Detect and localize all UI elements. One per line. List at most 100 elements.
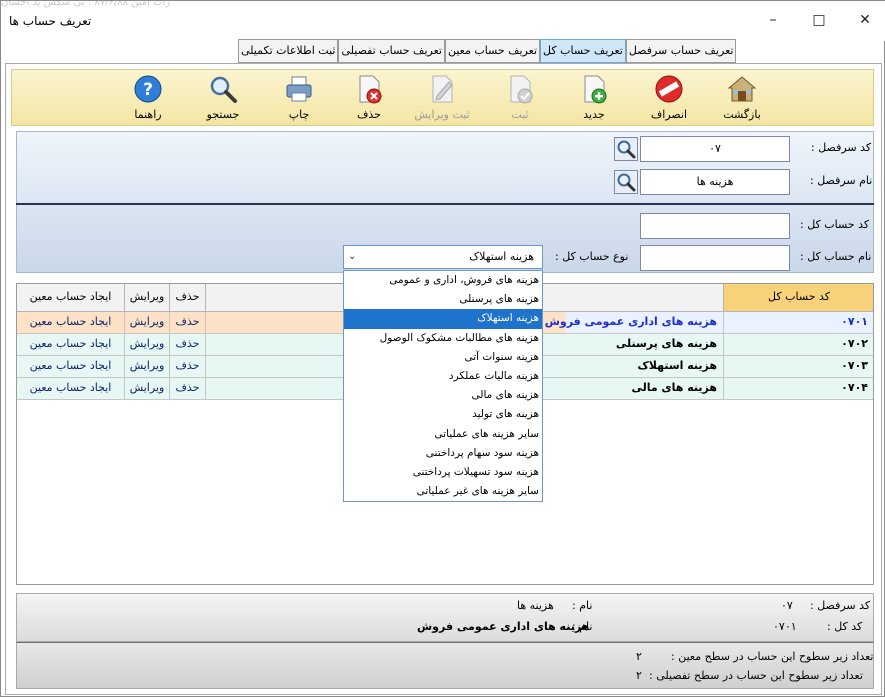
new-document-icon xyxy=(584,75,607,104)
column-header-create-moein[interactable]: ایجاد حساب معین xyxy=(17,284,125,312)
gl-type-dropdown-list: هزینه های فروش، اداری و عمومی هزینه های پ… xyxy=(343,270,543,502)
dropdown-option[interactable]: هزینه سنوات آتی xyxy=(344,348,542,367)
print-label: چاپ xyxy=(288,108,310,121)
dropdown-option[interactable]: هزینه مالیات عملکرد xyxy=(344,367,542,386)
window-title: تعریف حساب ها xyxy=(9,14,91,28)
dropdown-option[interactable]: سایر هزینه های عملیاتی xyxy=(344,425,542,444)
account-code-cell: ۰۷۰۳ xyxy=(724,356,873,378)
dropdown-option[interactable]: هزینه های پرسنلی xyxy=(344,290,542,309)
delete-button[interactable]: حذف xyxy=(339,74,399,121)
summary-gl-code-label: کد کل : xyxy=(827,620,863,633)
help-button[interactable]: ? راهنما xyxy=(118,74,178,121)
dropdown-option[interactable]: هزینه سود سهام پرداختنی xyxy=(344,444,542,463)
selection-summary: کد سرفصل : ۰۷ نام : هزینه ها کد کل : ۰۷۰… xyxy=(16,593,874,642)
background-ghost-text: رات امین ۸۷/۶/۸۸ : بی سکس ید احسان xyxy=(1,1,171,8)
create-moein-link[interactable]: ایجاد حساب معین xyxy=(17,356,125,378)
close-button[interactable]: ✕ xyxy=(853,9,877,31)
summary-gl-code-value: ۰۷۰۱ xyxy=(773,620,797,633)
cancel-button[interactable]: انصراف xyxy=(639,74,699,121)
gl-code-label: کد حساب کل : xyxy=(800,218,870,231)
save-document-icon xyxy=(510,75,533,104)
dropdown-options: هزینه های فروش، اداری و عمومی هزینه های پ… xyxy=(344,271,542,501)
new-button[interactable]: جدید xyxy=(564,74,624,121)
dropdown-option[interactable]: سایر هزینه های غیر عملیاتی xyxy=(344,482,542,501)
header-code-label: کد سرفصل : xyxy=(811,141,872,154)
edit-link[interactable]: ویرایش xyxy=(125,356,170,378)
create-moein-link[interactable]: ایجاد حساب معین xyxy=(17,334,125,356)
column-header-delete[interactable]: حذف xyxy=(170,284,206,312)
gl-type-label: نوع حساب کل : xyxy=(555,250,629,263)
window: رات امین ۸۷/۶/۸۸ : بی سکس ید احسان تعریف… xyxy=(0,0,885,697)
count-tafsili-label: تعداد زیر سطوح این حساب در سطح تفصیلی : xyxy=(649,669,863,682)
tab-general-ledger[interactable]: تعریف حساب کل xyxy=(540,39,626,63)
edit-link[interactable]: ویرایش xyxy=(125,312,170,334)
cancel-label: انصراف xyxy=(650,108,688,121)
header-code-search-button[interactable] xyxy=(614,137,638,161)
gl-type-selected-value: هزینه استهلاک xyxy=(469,250,534,263)
magnifier-icon xyxy=(210,76,237,103)
save-label: ثبت xyxy=(511,108,529,121)
summary-header-name-value: هزینه ها xyxy=(517,599,554,612)
gl-name-label: نام حساب کل : xyxy=(800,250,872,263)
summary-header-name-label: نام : xyxy=(572,599,593,612)
dropdown-option[interactable]: هزینه های مطالبات مشکوک الوصول xyxy=(344,329,542,348)
title-bar: رات امین ۸۷/۶/۸۸ : بی سکس ید احسان تعریف… xyxy=(1,1,885,41)
count-tafsili-value: ۲ xyxy=(636,669,642,682)
delete-link[interactable]: حذف xyxy=(170,356,206,378)
gl-code-field[interactable] xyxy=(640,213,790,239)
column-header-edit[interactable]: ویرایش xyxy=(125,284,170,312)
new-label: جدید xyxy=(583,108,605,121)
count-moein-value: ۲ xyxy=(636,650,642,663)
save-edit-label: ثبت ویرایش xyxy=(414,108,470,121)
column-header-code[interactable]: کد حساب کل xyxy=(724,284,873,312)
account-code-cell: ۰۷۰۲ xyxy=(724,334,873,356)
header-name-label: نام سرفصل : xyxy=(810,174,873,187)
gl-type-select[interactable]: هزینه استهلاک ⌄ xyxy=(343,245,543,269)
maximize-button[interactable]: □ xyxy=(807,9,831,31)
delete-document-icon xyxy=(359,75,382,104)
chevron-down-icon[interactable]: ⌄ xyxy=(348,246,356,268)
account-code-cell: ۰۷۰۴ xyxy=(724,378,873,400)
print-button[interactable]: چاپ xyxy=(269,74,329,121)
save-edit-button[interactable]: ثبت ویرایش xyxy=(412,74,472,121)
header-name-field[interactable]: هزینه ها xyxy=(640,169,790,195)
dropdown-option[interactable]: هزینه های مالی xyxy=(344,386,542,405)
cancel-icon xyxy=(655,75,683,103)
minimize-button[interactable]: – xyxy=(761,9,785,31)
tab-extra-info[interactable]: ثبت اطلاعات تکمیلی xyxy=(238,39,339,63)
summary-header-code-label: کد سرفصل : xyxy=(810,599,871,612)
dropdown-option[interactable]: هزینه سود تسهیلات پرداختنی xyxy=(344,463,542,482)
dropdown-option[interactable]: هزینه های تولید xyxy=(344,405,542,424)
magnifier-icon xyxy=(617,140,636,159)
summary-gl-name-value: هزینه های اداری عمومی فروش xyxy=(417,620,590,633)
tab-moein[interactable]: تعریف حساب معین xyxy=(444,39,541,63)
delete-link[interactable]: حذف xyxy=(170,334,206,356)
create-moein-link[interactable]: ایجاد حساب معین xyxy=(17,378,125,400)
tab-tafsili[interactable]: تعریف حساب تفصیلی xyxy=(338,39,445,63)
sublevel-counts: تعداد زیر سطوح این حساب در سطح معین : ۲ … xyxy=(16,642,874,689)
help-icon: ? xyxy=(134,75,162,103)
create-moein-link[interactable]: ایجاد حساب معین xyxy=(17,312,125,334)
gl-name-field[interactable] xyxy=(640,245,790,271)
search-button[interactable]: جستجو xyxy=(193,74,253,121)
home-icon xyxy=(727,76,757,102)
edit-link[interactable]: ویرایش xyxy=(125,378,170,400)
save-button[interactable]: ثبت xyxy=(490,74,550,121)
delete-link[interactable]: حذف xyxy=(170,312,206,334)
svg-text:?: ? xyxy=(143,80,153,100)
summary-header-code-value: ۰۷ xyxy=(781,599,793,612)
form-separator xyxy=(16,203,874,205)
back-button[interactable]: بازگشت xyxy=(712,74,772,121)
delete-link[interactable]: حذف xyxy=(170,378,206,400)
help-label: راهنما xyxy=(134,108,162,121)
tab-strip: ثبت اطلاعات تکمیلی تعریف حساب تفصیلی تعر… xyxy=(238,39,737,63)
tab-header-account[interactable]: تعریف حساب سرفصل xyxy=(625,39,737,63)
header-name-search-button[interactable] xyxy=(614,170,638,194)
dropdown-option[interactable]: هزینه استهلاک xyxy=(344,309,542,329)
search-label: جستجو xyxy=(206,108,240,121)
edit-link[interactable]: ویرایش xyxy=(125,334,170,356)
dropdown-option[interactable]: هزینه های فروش، اداری و عمومی xyxy=(344,271,542,290)
account-code-cell: ۰۷۰۱ xyxy=(724,312,873,334)
header-code-field[interactable]: ۰۷ xyxy=(640,136,790,162)
edit-document-icon xyxy=(432,75,453,103)
